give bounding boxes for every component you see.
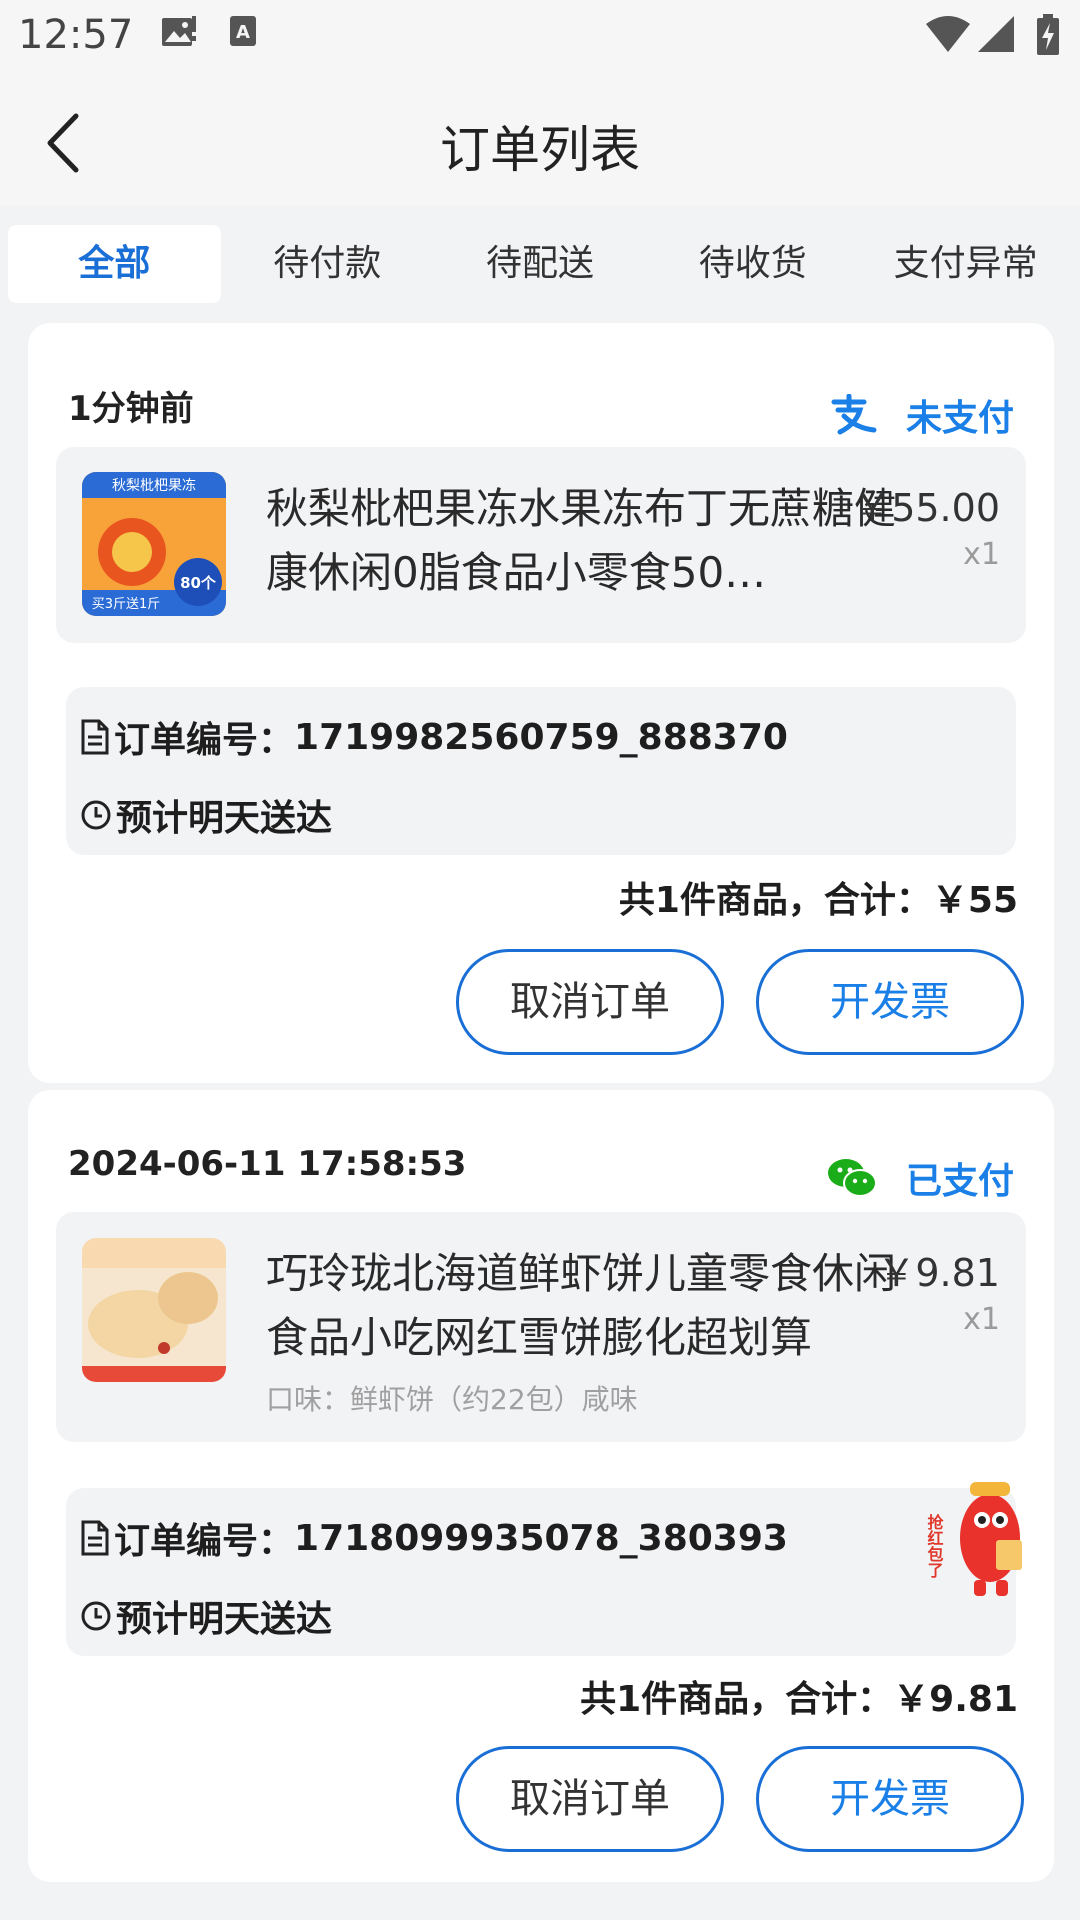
red-envelope-promo-button[interactable]: 抢红包了 (925, 1474, 1030, 1604)
wifi-icon (924, 14, 972, 58)
svg-text:买3斤送1斤: 买3斤送1斤 (92, 597, 161, 612)
tab-pending-receipt[interactable]: 待收货 (646, 225, 859, 303)
svg-text:A: A (236, 22, 250, 43)
product-image (82, 1238, 226, 1382)
order-number: 1718099935078_380393 (294, 1517, 788, 1559)
svg-text:抢红包了: 抢红包了 (926, 1513, 944, 1579)
order-number-row: 订单编号： 1719982560759_888370 (80, 711, 788, 763)
product-item[interactable]: 秋梨枇杷果冻 80个 买3斤送1斤 秋梨枇杷果冻水果冻布丁无蔗糖健康休闲0脂食品… (56, 447, 1026, 643)
product-name: 秋梨枇杷果冻水果冻布丁无蔗糖健康休闲0脂食品小零食50… (266, 484, 897, 597)
clock-icon (81, 1601, 111, 1631)
status-bar: 12:57 A (0, 0, 1080, 80)
svg-text:秋梨枇杷果冻: 秋梨枇杷果冻 (112, 477, 196, 494)
cancel-order-button[interactable]: 取消订单 (456, 1746, 724, 1852)
payment-status: 已支付 (826, 1152, 1014, 1204)
keyboard-a-icon: A (228, 14, 260, 54)
payment-status: 未支付 (830, 389, 1014, 441)
tab-pending-payment[interactable]: 待付款 (221, 225, 434, 303)
order-info: 订单编号： 1718099935078_380393 预计明天送达 (66, 1488, 1016, 1656)
order-time: 1分钟前 (68, 389, 194, 429)
product-item[interactable]: 巧玲珑北海道鲜虾饼儿童零食休闲食品小吃网红雪饼膨化超划算 ￥9.81 x1 口味… (56, 1212, 1026, 1442)
order-status-tabs: 全部 待付款 待配送 待收货 支付异常 (8, 225, 1072, 303)
document-icon (81, 719, 109, 755)
red-envelope-icon: 抢红包了 (925, 1482, 1022, 1596)
page-title: 订单列表 (440, 121, 640, 179)
order-number-row: 订单编号： 1718099935078_380393 (80, 1512, 788, 1564)
tab-payment-exception[interactable]: 支付异常 (859, 225, 1072, 303)
order-info: 订单编号： 1719982560759_888370 预计明天送达 (66, 687, 1016, 855)
clock-icon (81, 800, 111, 830)
document-icon (81, 1520, 109, 1556)
delivery-row: 预计明天送达 (80, 1590, 332, 1642)
invoice-button[interactable]: 开发票 (756, 1746, 1024, 1852)
product-price: ￥55.00 (853, 486, 1000, 530)
product-quantity: x1 (963, 1302, 1000, 1337)
order-card[interactable]: 2024-06-11 17:58:53 已支付 巧玲珑北海道鲜虾饼儿童零食休闲食… (28, 1090, 1054, 1882)
order-total: 共1件商品，合计：￥55 (618, 880, 1018, 921)
tab-all[interactable]: 全部 (8, 225, 221, 303)
alipay-icon (831, 394, 877, 435)
product-price: ￥9.81 (877, 1251, 1000, 1295)
order-number-label: 订单编号： (114, 1521, 295, 1562)
status-time: 12:57 (18, 12, 134, 58)
cancel-order-button[interactable]: 取消订单 (456, 949, 724, 1055)
product-spec: 口味：鲜虾饼（约22包）咸味 (266, 1383, 638, 1416)
app-header: 订单列表 (0, 80, 1080, 205)
order-number-label: 订单编号： (114, 720, 295, 761)
cellular-signal-icon (976, 14, 1016, 58)
product-quantity: x1 (963, 537, 1000, 572)
status-text: 已支付 (905, 1161, 1014, 1202)
wechat-pay-icon (827, 1159, 877, 1197)
status-text: 未支付 (905, 398, 1014, 439)
image-notification-icon (160, 14, 198, 54)
battery-charging-icon (1036, 14, 1060, 60)
svg-text:80个: 80个 (180, 574, 217, 592)
order-time: 2024-06-11 17:58:53 (68, 1144, 467, 1184)
product-name: 巧玲珑北海道鲜虾饼儿童零食休闲食品小吃网红雪饼膨化超划算 (266, 1249, 897, 1362)
product-image: 秋梨枇杷果冻 80个 买3斤送1斤 (82, 472, 226, 616)
delivery-row: 预计明天送达 (80, 789, 332, 841)
delivery-estimate: 预计明天送达 (116, 798, 333, 839)
order-total: 共1件商品，合计：￥9.81 (580, 1679, 1018, 1720)
order-number: 1719982560759_888370 (294, 716, 788, 758)
order-card[interactable]: 1分钟前 未支付 秋梨枇杷果冻 80个 买3斤送1斤 秋梨枇杷果冻水果冻布丁无蔗… (28, 323, 1054, 1083)
tab-pending-delivery[interactable]: 待配送 (434, 225, 647, 303)
invoice-button[interactable]: 开发票 (756, 949, 1024, 1055)
delivery-estimate: 预计明天送达 (116, 1599, 333, 1640)
